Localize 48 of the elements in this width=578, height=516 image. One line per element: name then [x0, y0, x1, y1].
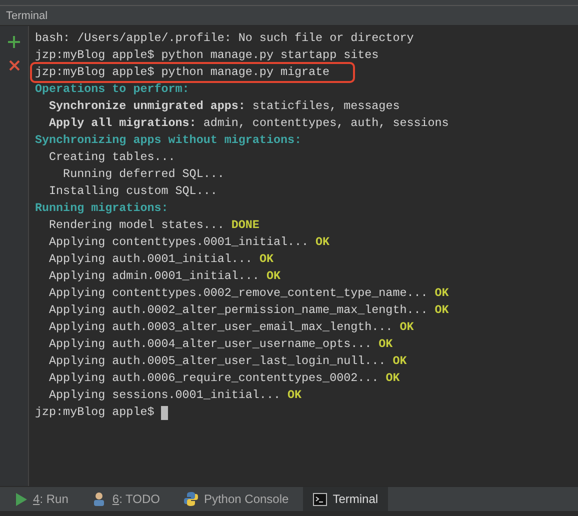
- status-text: OK: [386, 370, 400, 387]
- tool-window-tab[interactable]: Python Console: [174, 487, 299, 511]
- tool-window-tab[interactable]: 6: TODO: [82, 487, 170, 511]
- output-text: Installing custom SQL...: [48, 183, 218, 200]
- output-text: Applying auth.0003_alter_user_email_max_length...: [48, 319, 394, 336]
- status-text: OK: [434, 302, 449, 319]
- tool-window-tab[interactable]: 4: Run: [6, 487, 78, 511]
- output-text: Rendering model states...: [48, 217, 226, 234]
- output-text: Running deferred SQL...: [62, 166, 224, 183]
- status-text: OK: [288, 387, 302, 404]
- terminal-icon: [312, 492, 327, 506]
- output-text: Applying admin.0001_initial...: [48, 268, 260, 285]
- status-text: OK: [266, 268, 280, 285]
- output-text: Applying auth.0002_alter_permission_name_max_length...: [48, 302, 429, 319]
- output-text: Applying contenttypes.0001_initial...: [48, 234, 310, 251]
- close-icon[interactable]: [8, 60, 20, 71]
- section-heading: Operations to perform:: [35, 81, 190, 98]
- status-text: DONE: [231, 217, 260, 234]
- output-text: jzp:myBlog apple$ python manage.py migrate: [35, 64, 330, 81]
- status-text: OK: [378, 336, 393, 353]
- status-text: OK: [316, 234, 330, 251]
- python-icon: [184, 492, 198, 506]
- output-text: jzp:myBlog apple$ python manage.py startapp sites: [35, 47, 379, 64]
- output-text: Applying contenttypes.0002_remove_content_type_name...: [48, 285, 429, 302]
- person-icon: [92, 492, 106, 506]
- status-text: OK: [400, 319, 414, 336]
- output-text: Applying auth.0006_require_contenttypes_0002...: [48, 370, 380, 387]
- status-text: OK: [434, 285, 449, 302]
- play-icon: [16, 492, 27, 506]
- label-text: Apply all migrations:: [48, 115, 196, 132]
- status-text: OK: [392, 353, 407, 370]
- output-text: Applying auth.0005_alter_user_last_login_null...: [48, 353, 387, 370]
- output-text: staticfiles, messages: [251, 98, 400, 115]
- output-text: Applying auth.0001_initial...: [48, 251, 254, 268]
- panel-title: Terminal: [6, 10, 48, 22]
- section-heading: Running migrations:: [35, 200, 168, 217]
- plus-icon[interactable]: [8, 36, 20, 48]
- output-text: Applying sessions.0001_initial...: [48, 387, 282, 404]
- label-text: Synchronize unmigrated apps:: [48, 98, 246, 115]
- output-text: admin, contenttypes, auth, sessions: [202, 115, 449, 132]
- output-text: Applying auth.0004_alter_user_username_opts...: [48, 336, 373, 353]
- tool-window-tab[interactable]: Terminal: [302, 487, 388, 511]
- prompt-text: jzp:myBlog apple$: [35, 404, 156, 421]
- output-text: Creating tables...: [48, 149, 176, 166]
- text-cursor: [161, 406, 168, 420]
- output-text: bash: /Users/apple/.profile: No such file or directory: [35, 30, 414, 47]
- section-heading: Synchronizing apps without migrations:: [35, 132, 302, 149]
- status-text: OK: [259, 251, 274, 268]
